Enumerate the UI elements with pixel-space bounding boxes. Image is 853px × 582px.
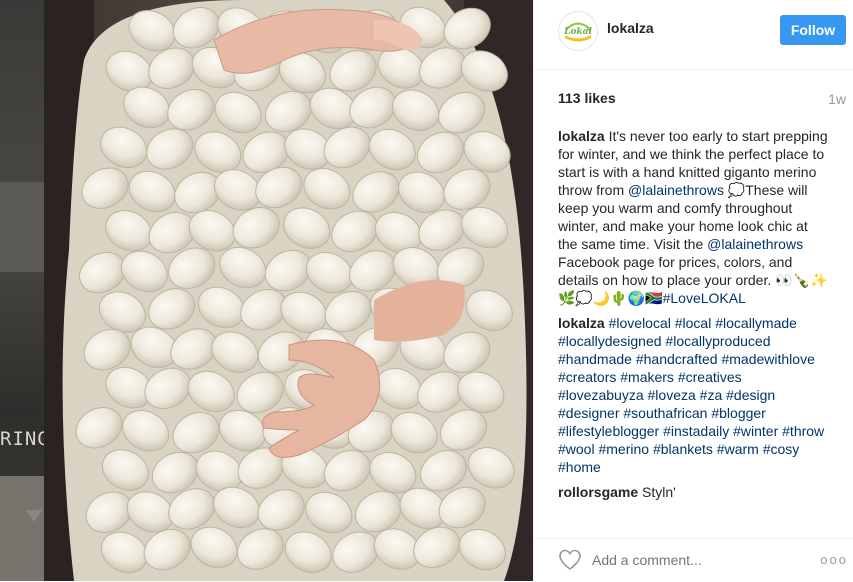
hashtag-link[interactable]: #design — [726, 387, 775, 403]
follow-button[interactable]: Follow — [780, 15, 846, 45]
comment-text: Styln' — [642, 484, 676, 500]
post-username[interactable]: lokalza — [607, 20, 654, 36]
mention-link[interactable]: @lalainethrows — [628, 182, 724, 198]
comments-section: lokalza It's never too early to start pr… — [558, 127, 830, 508]
caption-text: It's never too early to start prepping f… — [558, 128, 828, 306]
hashtag-comment: lokalza #lovelocal #local #locallymade #… — [558, 314, 830, 476]
hashtag-link[interactable]: #za — [700, 387, 723, 403]
hashtag-link[interactable]: #local — [675, 315, 712, 331]
avatar[interactable]: Lokal — [558, 11, 598, 51]
background-page: RINGS — [0, 0, 44, 581]
hashtag-link[interactable]: #LoveLOKAL — [663, 290, 746, 306]
hashtag-link[interactable]: #locallymade — [715, 315, 797, 331]
hashtag-link[interactable]: #cosy — [763, 441, 800, 457]
hashtag-link[interactable]: #lovezabuyza — [558, 387, 644, 403]
hashtag-link[interactable]: #handmade — [558, 351, 632, 367]
knitted-throw-photo — [44, 0, 533, 581]
background-text: RINGS — [0, 428, 44, 450]
hashtag-link[interactable]: #creatives — [678, 369, 742, 385]
comment-bar: ooo — [534, 538, 853, 582]
mention-link[interactable]: @lalainethrows — [707, 236, 803, 252]
comment-author[interactable]: lokalza — [558, 128, 605, 144]
lokal-logo-icon: Lokal — [560, 13, 596, 49]
post-image — [44, 0, 533, 581]
hashtag-link[interactable]: #home — [558, 459, 601, 475]
hashtag-link[interactable]: #loveza — [648, 387, 696, 403]
background-strip — [0, 476, 44, 581]
caption-comment: lokalza It's never too early to start pr… — [558, 127, 830, 307]
more-options-icon[interactable]: ooo — [820, 552, 848, 567]
hashtag-link[interactable]: #handcrafted — [636, 351, 718, 367]
post-timestamp[interactable]: 1w — [828, 91, 846, 107]
background-strip — [0, 182, 44, 272]
svg-text:Lokal: Lokal — [563, 27, 592, 37]
hashtag-link[interactable]: #blogger — [711, 405, 766, 421]
hashtag-link[interactable]: #instadaily — [663, 423, 729, 439]
chevron-down-icon — [26, 510, 42, 522]
hashtag-link[interactable]: #locallydesigned — [558, 333, 662, 349]
hashtag-link[interactable]: #throw — [782, 423, 824, 439]
reply-comment: rollorsgame Styln' — [558, 483, 830, 501]
likes-count[interactable]: 113 likes — [558, 90, 616, 106]
hashtag-link[interactable]: #warm — [717, 441, 759, 457]
hashtag-link[interactable]: #designer — [558, 405, 620, 421]
hashtag-link[interactable]: #creators — [558, 369, 616, 385]
hashtag-link[interactable]: #southafrican — [623, 405, 707, 421]
hashtag-link[interactable]: #makers — [620, 369, 674, 385]
hashtag-link[interactable]: #blankets — [653, 441, 713, 457]
add-comment-input[interactable] — [592, 552, 792, 568]
heart-icon[interactable] — [558, 549, 582, 571]
hashtag-link[interactable]: #winter — [733, 423, 778, 439]
hashtag-link[interactable]: #locallyproduced — [665, 333, 770, 349]
comment-author[interactable]: lokalza — [558, 315, 605, 331]
hashtag-list: #lovelocal #local #locallymade #locallyd… — [558, 315, 824, 475]
hashtag-link[interactable]: #lovelocal — [609, 315, 671, 331]
hashtag-link[interactable]: #wool — [558, 441, 595, 457]
hashtag-link[interactable]: #merino — [598, 441, 649, 457]
hashtag-link[interactable]: #madewithlove — [721, 351, 814, 367]
comment-author[interactable]: rollorsgame — [558, 484, 638, 500]
post-details-panel: Lokal lokalza Follow 113 likes 1w lokalz… — [533, 0, 853, 581]
post-header: Lokal lokalza Follow — [534, 0, 853, 70]
hashtag-link[interactable]: #lifestyleblogger — [558, 423, 659, 439]
